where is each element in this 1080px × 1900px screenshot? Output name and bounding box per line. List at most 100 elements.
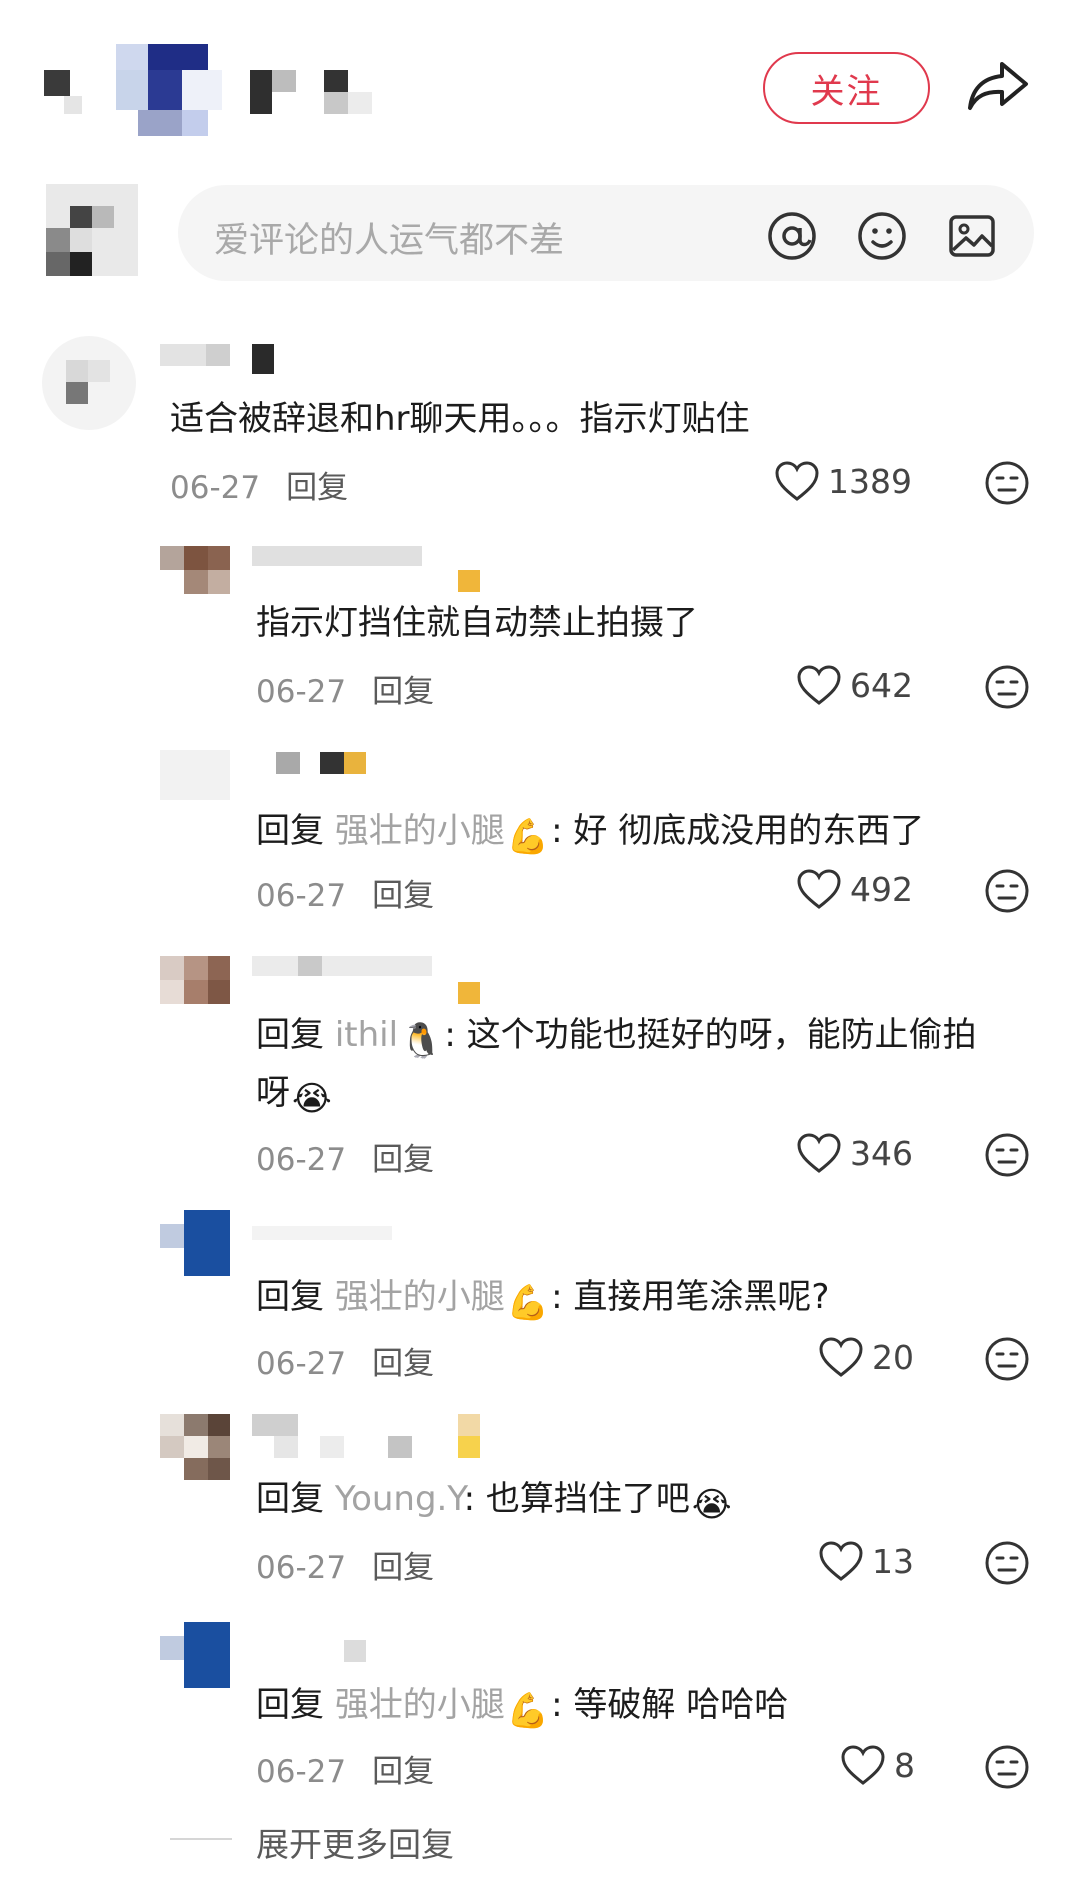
comment-author-blurred[interactable] xyxy=(252,1226,392,1246)
crying-face-emoji: 😭 xyxy=(691,1485,732,1525)
reply-body: : 等破解 哈哈哈 xyxy=(551,1685,789,1725)
comment-date: 06-27 xyxy=(256,1550,347,1586)
reply-to-user[interactable]: ithil xyxy=(335,1015,398,1055)
like-button[interactable]: 492 xyxy=(796,868,913,910)
reply-button[interactable]: 回复 xyxy=(372,878,434,914)
reply-button[interactable]: 回复 xyxy=(372,1346,434,1382)
comment-date: 06-27 xyxy=(256,674,347,710)
reply-to-user[interactable]: 强壮的小腿 xyxy=(335,1277,505,1317)
comment-input-placeholder: 爱评论的人运气都不差 xyxy=(214,221,565,261)
like-button[interactable]: 13 xyxy=(818,1540,914,1582)
reply-button[interactable]: 回复 xyxy=(286,470,348,506)
reply-button[interactable]: 回复 xyxy=(372,1754,434,1790)
comment-avatar-blurred[interactable] xyxy=(160,956,230,1004)
comment-author-blurred[interactable] xyxy=(252,1640,372,1664)
comment-author-blurred[interactable] xyxy=(252,546,492,592)
reply-button[interactable]: 回复 xyxy=(372,674,434,710)
like-count: 13 xyxy=(872,1541,914,1581)
comment-author-blurred[interactable] xyxy=(252,956,492,1004)
expand-more-replies[interactable]: 展开更多回复 xyxy=(256,1818,454,1866)
like-button[interactable]: 1389 xyxy=(774,460,912,502)
like-count: 346 xyxy=(850,1133,913,1173)
comment-avatar-blurred[interactable] xyxy=(160,1622,230,1688)
reply-button[interactable]: 回复 xyxy=(372,1142,434,1178)
reply-body: : 直接用笔涂黑呢? xyxy=(551,1277,830,1317)
current-user-avatar-blurred xyxy=(46,184,138,276)
reply-to-user[interactable]: 强壮的小腿 xyxy=(335,1685,505,1725)
like-button[interactable]: 20 xyxy=(818,1336,914,1378)
comment-meta: 06-27 回复 xyxy=(256,1338,434,1383)
emoji-icon[interactable] xyxy=(856,210,908,262)
like-button[interactable]: 8 xyxy=(840,1744,915,1786)
comment-avatar-blurred[interactable] xyxy=(42,336,136,430)
comment-meta: 06-27 回复 xyxy=(256,666,434,711)
comment-text: 回复 强壮的小腿💪: 直接用笔涂黑呢? xyxy=(256,1272,829,1328)
reply-body: : 好 彻底成没用的东西了 xyxy=(551,811,925,851)
like-count: 1389 xyxy=(828,461,912,501)
reply-body: : 也算挡住了吧 xyxy=(463,1479,690,1519)
reply-prefix: 回复 xyxy=(256,1685,324,1725)
heart-icon xyxy=(797,1133,841,1173)
flexed-biceps-emoji: 💪 xyxy=(506,1283,550,1323)
reply-to-user[interactable]: 强壮的小腿 xyxy=(335,811,505,851)
comment-author-blurred[interactable] xyxy=(252,752,372,782)
comment-meta: 06-27 回复 xyxy=(256,1746,434,1791)
dislike-face-icon[interactable] xyxy=(984,1132,1030,1178)
comment-date: 06-27 xyxy=(256,1754,347,1790)
heart-icon xyxy=(797,665,841,705)
image-icon[interactable] xyxy=(946,210,998,262)
comment-date: 06-27 xyxy=(256,878,347,914)
comment-date: 06-27 xyxy=(170,470,261,506)
comment-meta: 06-27 回复 xyxy=(256,1542,434,1587)
like-count: 8 xyxy=(894,1745,915,1785)
comment-text-line2: 呀😭 xyxy=(256,1068,334,1124)
like-button[interactable]: 346 xyxy=(796,1132,913,1174)
reply-prefix: 回复 xyxy=(256,1015,324,1055)
comment-text: 指示灯挡住就自动禁止拍摄了 xyxy=(256,603,698,643)
reply-prefix: 回复 xyxy=(256,811,324,851)
reply-body: : 这个功能也挺好的呀，能防止偷拍 xyxy=(444,1015,977,1055)
comment-author-blurred[interactable] xyxy=(252,1414,492,1462)
comment-meta: 06-27 回复 xyxy=(256,870,434,915)
comment-text: 回复 强壮的小腿💪: 好 彻底成没用的东西了 xyxy=(256,806,924,862)
like-button[interactable]: 642 xyxy=(796,664,913,706)
comment-avatar-blurred[interactable] xyxy=(160,1414,230,1480)
reply-prefix: 回复 xyxy=(256,1479,324,1519)
comment-date: 06-27 xyxy=(256,1142,347,1178)
comment-avatar-blurred[interactable] xyxy=(160,1210,230,1276)
like-count: 20 xyxy=(872,1337,914,1377)
heart-icon xyxy=(819,1541,863,1581)
like-count: 492 xyxy=(850,869,913,909)
heart-icon xyxy=(819,1337,863,1377)
comment-meta: 06-27 回复 xyxy=(256,1134,434,1179)
dislike-face-icon[interactable] xyxy=(984,868,1030,914)
flexed-biceps-emoji: 💪 xyxy=(506,817,550,857)
follow-button[interactable]: 关注 xyxy=(763,52,930,124)
dislike-face-icon[interactable] xyxy=(984,664,1030,710)
comment-text: 回复 ithil🐧: 这个功能也挺好的呀，能防止偷拍 xyxy=(256,1010,977,1066)
share-icon[interactable] xyxy=(966,58,1030,114)
heart-icon xyxy=(841,1745,885,1785)
expand-more-divider xyxy=(170,1838,232,1840)
penguin-emoji: 🐧 xyxy=(400,1021,443,1061)
comment-avatar-blurred[interactable] xyxy=(160,750,230,806)
reply-prefix: 回复 xyxy=(256,1277,324,1317)
comment-meta: 06-27 回复 xyxy=(170,462,348,507)
mention-icon[interactable] xyxy=(766,210,818,262)
flexed-biceps-emoji: 💪 xyxy=(506,1691,550,1731)
reply-button[interactable]: 回复 xyxy=(372,1550,434,1586)
comment-author-blurred[interactable] xyxy=(160,340,280,376)
comment-text: 适合被辞退和hr聊天用。。。指示灯贴住 xyxy=(170,399,750,439)
dislike-face-icon[interactable] xyxy=(984,460,1030,506)
comment-text: 回复 Young.Y: 也算挡住了吧😭 xyxy=(256,1474,734,1530)
comment-avatar-blurred[interactable] xyxy=(160,546,230,602)
dislike-face-icon[interactable] xyxy=(984,1744,1030,1790)
reply-to-user[interactable]: Young.Y xyxy=(335,1479,464,1519)
like-count: 642 xyxy=(850,665,913,705)
comment-text: 回复 强壮的小腿💪: 等破解 哈哈哈 xyxy=(256,1680,788,1736)
dislike-face-icon[interactable] xyxy=(984,1336,1030,1382)
author-avatar-blurred[interactable] xyxy=(44,44,414,136)
dislike-face-icon[interactable] xyxy=(984,1540,1030,1586)
comment-date: 06-27 xyxy=(256,1346,347,1382)
crying-face-emoji: 😭 xyxy=(292,1079,332,1119)
